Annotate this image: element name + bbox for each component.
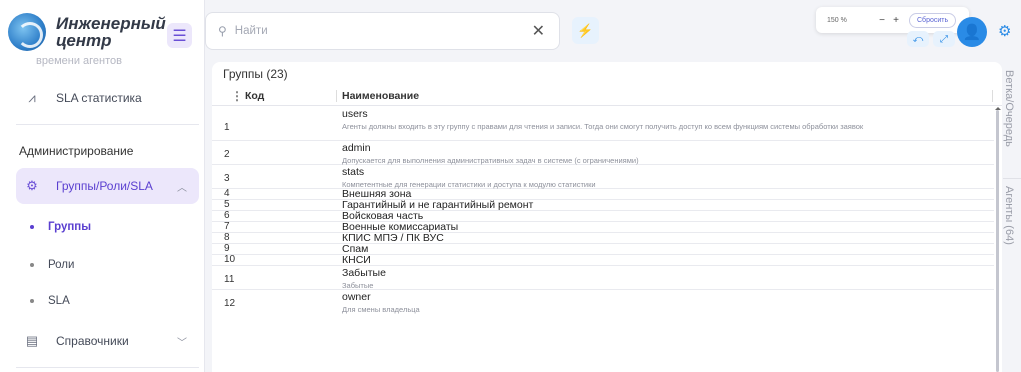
table-row[interactable]: 11 Забытые Забытые <box>212 266 994 290</box>
row-id: 8 <box>224 232 230 243</box>
column-header-code[interactable]: Код <box>245 90 264 102</box>
chart-icon: ⩘ <box>28 90 36 105</box>
brand-name: Инженерный центр <box>56 14 166 50</box>
tab-agents[interactable]: Агенты (64) <box>1003 186 1015 245</box>
column-separator <box>336 90 337 102</box>
tab-branch-queue[interactable]: Ветка/Очередь <box>1003 70 1015 147</box>
table-row[interactable]: 2 admin Допускается для выполнения админ… <box>212 141 994 165</box>
zoom-in-button[interactable]: + <box>889 15 903 26</box>
row-id: 1 <box>224 122 230 133</box>
table-row[interactable]: 6 Войсковая часть <box>212 210 994 222</box>
app-root: Инженерный центр ☰ времени агентов ⩘ SLA… <box>0 0 1021 372</box>
sidebar-item-groups-roles-sla[interactable]: ⚙ Группы/Роли/SLA ︿ <box>16 168 199 204</box>
reply-icon[interactable]: ⤺ <box>907 31 929 47</box>
chevron-up-icon: ︿ <box>177 182 187 194</box>
bullet-icon <box>30 299 34 303</box>
book-icon: ▤ <box>25 333 39 348</box>
bullet-icon <box>30 263 34 267</box>
table-row[interactable]: 7 Военные комиссариаты <box>212 221 994 233</box>
gear-icon: ⚙ <box>26 178 38 193</box>
table-row[interactable]: 9 Спам <box>212 243 994 255</box>
table-row[interactable]: 10 КНСИ <box>212 254 994 266</box>
table-row[interactable]: 1 users Агенты должны входить в эту груп… <box>212 107 994 141</box>
groups-panel: Группы (23) ⋮ Код Наименование 1 users А… <box>212 62 1002 372</box>
sidebar-item-label: Группы/Роли/SLA <box>56 179 153 193</box>
subitem-label: Роли <box>48 259 75 271</box>
divider <box>16 124 199 125</box>
chevron-down-icon: ﹀ <box>177 337 187 349</box>
sidebar: Инженерный центр ☰ времени агентов ⩘ SLA… <box>0 0 205 372</box>
table-row[interactable]: 8 КПИС МПЭ / ПК ВУС <box>212 232 994 244</box>
expand-icon[interactable]: ⤢ <box>933 31 955 47</box>
column-header-name[interactable]: Наименование <box>342 90 419 102</box>
table-scrollbar[interactable] <box>995 107 1001 372</box>
subitem-label: SLA <box>48 295 70 307</box>
groups-heading: Группы (23) <box>223 67 288 81</box>
row-id: 7 <box>224 221 230 232</box>
row-title: Забытые <box>342 267 386 279</box>
search-icon: ⚲ <box>218 24 227 38</box>
table-body: 1 users Агенты должны входить в эту груп… <box>212 107 994 314</box>
row-title: admin <box>342 142 371 154</box>
zoom-popup: 150 % − + Сбросить <box>816 7 969 33</box>
row-description: Агенты должны входить в эту группу с пра… <box>342 122 864 131</box>
section-title-admin: Администрирование <box>19 144 134 158</box>
table-row[interactable]: 4 Внешняя зона <box>212 188 994 200</box>
column-menu-icon[interactable]: ⋮ <box>231 89 243 103</box>
lightning-icon[interactable]: ⚡ <box>572 17 599 44</box>
sidebar-item-sla-stats[interactable]: ⩘ SLA статистика <box>16 80 199 116</box>
zoom-out-button[interactable]: − <box>875 15 889 26</box>
table-row[interactable]: 12 owner Для смены владельца <box>212 290 994 314</box>
row-title: users <box>342 108 368 120</box>
row-id: 11 <box>224 274 235 285</box>
row-id: 12 <box>224 298 236 309</box>
sidebar-item-label: Справочники <box>56 334 129 348</box>
table-row[interactable]: 5 Гарантийный и не гарантийный ремонт <box>212 199 994 211</box>
row-id: 3 <box>224 173 230 184</box>
divider <box>16 367 199 368</box>
search-input[interactable] <box>234 25 515 37</box>
zoom-level: 150 % <box>827 16 847 24</box>
sidebar-subitem-roles[interactable]: Роли <box>30 259 74 271</box>
tab-separator <box>1003 178 1021 179</box>
row-title: stats <box>342 166 365 178</box>
sidebar-subitem-sla[interactable]: SLA <box>30 295 70 307</box>
column-separator <box>992 90 993 102</box>
table-header: ⋮ Код Наименование <box>212 86 1002 106</box>
sidebar-item-label: SLA статистика <box>56 91 142 105</box>
hamburger-menu-icon[interactable]: ☰ <box>167 23 192 48</box>
row-id: 6 <box>224 210 230 221</box>
table-row[interactable]: 3 stats Компетентные для генерации стати… <box>212 165 994 189</box>
row-description: Для смены владельца <box>342 305 420 314</box>
user-avatar-icon[interactable]: 👤 <box>957 17 987 47</box>
subitem-label: Группы <box>48 221 92 233</box>
row-id: 5 <box>224 199 230 210</box>
search-box: ⚲ ✕ <box>205 12 560 50</box>
row-title: КНСИ <box>342 254 371 266</box>
row-id: 9 <box>224 243 230 254</box>
row-id: 10 <box>224 254 236 265</box>
close-icon[interactable]: ✕ <box>532 21 545 41</box>
logo-icon <box>8 13 46 51</box>
row-id: 4 <box>224 188 230 199</box>
row-id: 2 <box>224 149 230 160</box>
row-title: owner <box>342 291 371 303</box>
sidebar-subitem-groups[interactable]: Группы <box>30 221 91 233</box>
settings-gear-icon[interactable]: ⚙ <box>998 22 1011 40</box>
sidebar-item-agent-time[interactable]: времени агентов <box>36 55 122 67</box>
brand[interactable]: Инженерный центр <box>8 6 166 58</box>
sidebar-item-references[interactable]: ▤ Справочники ﹀ <box>16 323 199 359</box>
bullet-icon <box>30 225 34 229</box>
zoom-reset-button[interactable]: Сбросить <box>909 12 957 28</box>
